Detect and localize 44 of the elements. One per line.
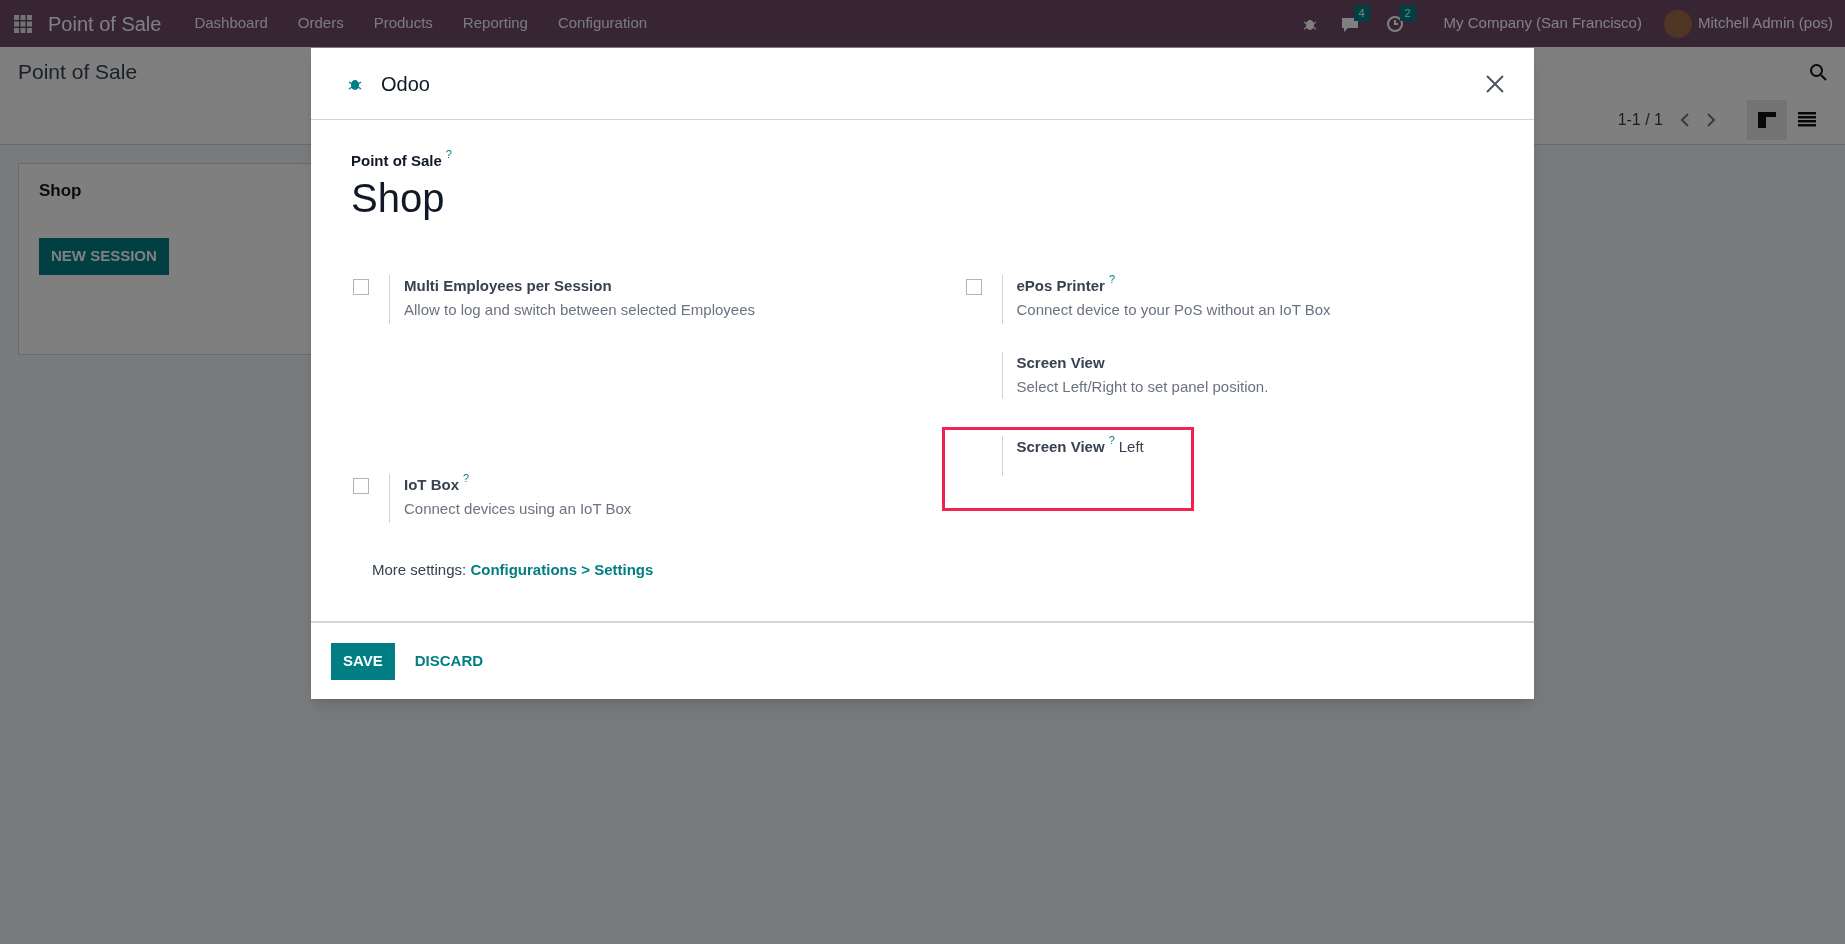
- search-icon[interactable]: [1809, 63, 1827, 81]
- pager: 1-1 / 1: [1617, 110, 1663, 130]
- menu-item[interactable]: Dashboard: [179, 12, 283, 35]
- kanban-view-button[interactable]: [1747, 100, 1787, 140]
- menu-item[interactable]: Orders: [282, 12, 359, 35]
- next-icon[interactable]: [1705, 112, 1717, 128]
- help-mark[interactable]: ?: [463, 471, 470, 484]
- setting-description: Connect devices using an IoT Box: [404, 499, 632, 519]
- help-mark[interactable]: ?: [1108, 272, 1115, 285]
- menu-item[interactable]: Products: [358, 12, 448, 35]
- help-mark[interactable]: ?: [445, 148, 452, 160]
- field-label: Screen View: [1016, 436, 1105, 457]
- setting-title: IoT Box: [404, 474, 459, 495]
- help-mark[interactable]: ?: [1108, 433, 1115, 446]
- card-title: Shop: [39, 181, 82, 200]
- setting-title: ePos Printer: [1016, 275, 1105, 296]
- notification-count: 4: [1353, 4, 1370, 21]
- kanban-icon: [1758, 112, 1776, 128]
- dialog-title: Odoo: [381, 71, 430, 97]
- setting-description: Select Left/Right to set panel position.: [1016, 377, 1269, 397]
- close-icon[interactable]: [1486, 74, 1504, 93]
- new-session-button[interactable]: NEW SESSION: [39, 237, 169, 275]
- user-menu[interactable]: Mitchell Admin (pos): [1697, 12, 1833, 35]
- more-settings-label: More settings:: [372, 560, 467, 578]
- notification-count: 2: [1399, 4, 1416, 21]
- setting-description: Connect device to your PoS without an IoT Box: [1016, 300, 1331, 320]
- previous-icon[interactable]: [1679, 112, 1691, 128]
- app-name[interactable]: Point of Sale: [48, 8, 162, 39]
- checkbox[interactable]: [353, 278, 369, 295]
- discard-button[interactable]: DISCARD: [402, 642, 496, 680]
- settings-link[interactable]: Configurations > Settings: [470, 560, 654, 578]
- apps-grid-icon[interactable]: [14, 14, 32, 33]
- setting-title: Screen View: [1016, 352, 1106, 373]
- save-button[interactable]: SAVE: [331, 642, 395, 680]
- menu-item[interactable]: Reporting: [447, 12, 543, 35]
- company-switcher[interactable]: My Company (San Francisco): [1443, 12, 1642, 35]
- record-name: Shop: [351, 174, 446, 222]
- menu-item[interactable]: Configuration: [542, 12, 663, 35]
- checkbox[interactable]: [965, 278, 982, 295]
- clock-icon[interactable]: [1385, 14, 1404, 33]
- list-icon: [1798, 112, 1816, 128]
- field-value[interactable]: Left: [1118, 435, 1144, 458]
- checkbox[interactable]: [353, 477, 369, 494]
- breadcrumb: Point of Sale: [18, 59, 138, 86]
